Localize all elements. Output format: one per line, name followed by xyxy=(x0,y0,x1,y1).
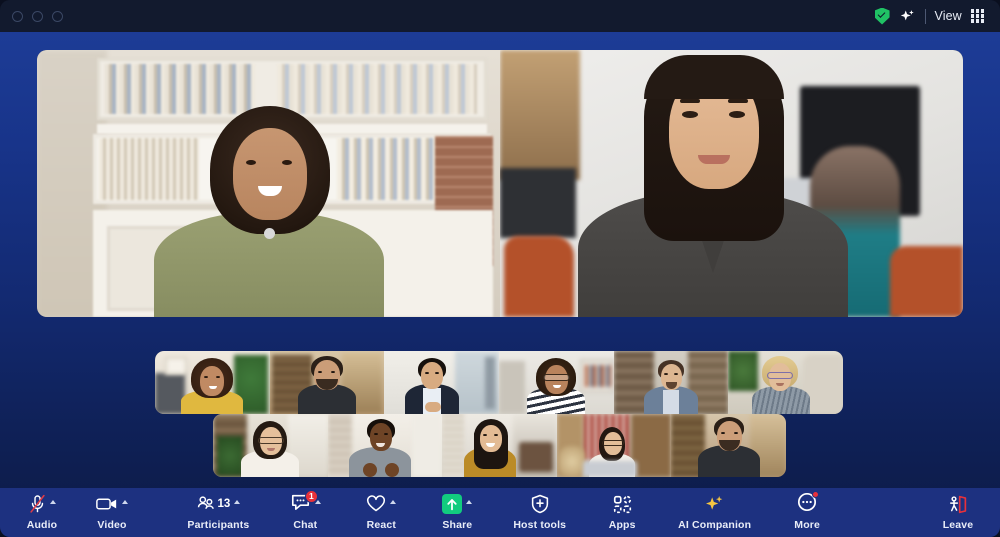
more-button-label: More xyxy=(794,519,820,531)
grid-icon[interactable] xyxy=(970,9,984,23)
heart-icon xyxy=(366,493,397,515)
maximize-button[interactable] xyxy=(52,10,63,22)
thumbnail-row-1 xyxy=(155,351,843,414)
chat-bubble-icon: 1 xyxy=(290,489,321,515)
video-button-label: Video xyxy=(97,519,127,531)
people-icon: 13 xyxy=(196,493,241,515)
chat-button-label: Chat xyxy=(293,519,318,531)
participants-button-label: Participants xyxy=(187,519,250,531)
leave-button[interactable]: Leave xyxy=(938,488,978,531)
audio-button[interactable]: Audio xyxy=(22,488,62,531)
video-camera-icon xyxy=(96,493,128,515)
react-button[interactable]: React xyxy=(361,488,401,531)
more-notification-dot xyxy=(812,490,820,498)
participant-thumbnail[interactable] xyxy=(155,351,270,414)
audio-button-label: Audio xyxy=(26,519,58,531)
sparkle-icon[interactable] xyxy=(899,8,916,25)
more-button[interactable]: More xyxy=(787,488,827,531)
more-dots-icon xyxy=(797,490,820,515)
audio-chevron-icon[interactable] xyxy=(49,499,56,504)
chat-unread-badge: 1 xyxy=(304,489,318,503)
participants-button[interactable]: 13 Participants xyxy=(187,488,249,531)
meeting-stage xyxy=(0,32,1000,537)
microphone-muted-icon xyxy=(29,493,56,515)
speaker-video-row xyxy=(37,50,963,317)
titlebar-divider xyxy=(924,8,926,24)
react-chevron-icon[interactable] xyxy=(390,499,397,504)
participant-thumbnail[interactable] xyxy=(556,414,672,477)
video-chevron-icon[interactable] xyxy=(122,499,128,504)
participant-thumbnail[interactable] xyxy=(213,414,328,477)
chat-button[interactable]: 1 Chat xyxy=(285,488,325,531)
participants-chevron-icon[interactable] xyxy=(234,499,241,504)
titlebar-right-controls: View xyxy=(874,7,988,25)
minimize-button[interactable] xyxy=(32,10,43,22)
participant-thumbnail[interactable] xyxy=(671,414,786,477)
participant-thumbnail[interactable] xyxy=(728,351,843,414)
leave-button-label: Leave xyxy=(942,519,974,531)
shield-icon xyxy=(531,493,549,515)
share-chevron-icon[interactable] xyxy=(466,499,473,504)
leave-door-icon xyxy=(947,493,968,515)
toolbar-right-group: Leave xyxy=(938,488,1000,537)
speaker-tile-1[interactable] xyxy=(37,50,500,317)
participant-thumbnail[interactable] xyxy=(269,351,385,414)
share-button[interactable]: Share xyxy=(437,488,477,531)
toolbar-left-group: Audio Video xyxy=(0,488,132,537)
thumbnail-row-2 xyxy=(213,414,786,477)
window-titlebar: View xyxy=(0,0,1000,32)
participant-thumbnail[interactable] xyxy=(498,351,614,414)
shield-check-icon[interactable] xyxy=(874,7,890,25)
participant-thumbnail[interactable] xyxy=(327,414,443,477)
react-button-label: React xyxy=(366,519,396,531)
sparkle-icon xyxy=(704,493,725,515)
participant-thumbnail[interactable] xyxy=(613,351,729,414)
zoom-meeting-window: View Audio Video 13 Participants 1 Chat … xyxy=(0,0,1000,537)
participants-count: 13 xyxy=(217,498,231,510)
participant-thumbnail[interactable] xyxy=(442,414,557,477)
video-button[interactable]: Video xyxy=(92,488,132,531)
share-screen-icon xyxy=(442,493,473,515)
toolbar-center-group: 13 Participants 1 Chat React Share Host … xyxy=(187,488,827,537)
host-tools-button[interactable]: Host tools xyxy=(513,488,566,531)
apps-icon xyxy=(613,493,632,515)
participant-thumbnail[interactable] xyxy=(384,351,499,414)
apps-button[interactable]: Apps xyxy=(602,488,642,531)
ai-companion-button[interactable]: AI Companion xyxy=(678,488,751,531)
meeting-toolbar: Audio Video 13 Participants 1 Chat React… xyxy=(0,488,1000,537)
window-controls[interactable] xyxy=(12,10,63,22)
share-button-label: Share xyxy=(442,519,473,531)
speaker-tile-2[interactable] xyxy=(500,50,963,317)
apps-button-label: Apps xyxy=(608,519,636,531)
close-button[interactable] xyxy=(12,10,23,22)
ai-companion-button-label: AI Companion xyxy=(678,519,752,531)
view-button-label[interactable]: View xyxy=(935,9,962,23)
host-tools-button-label: Host tools xyxy=(513,519,567,531)
